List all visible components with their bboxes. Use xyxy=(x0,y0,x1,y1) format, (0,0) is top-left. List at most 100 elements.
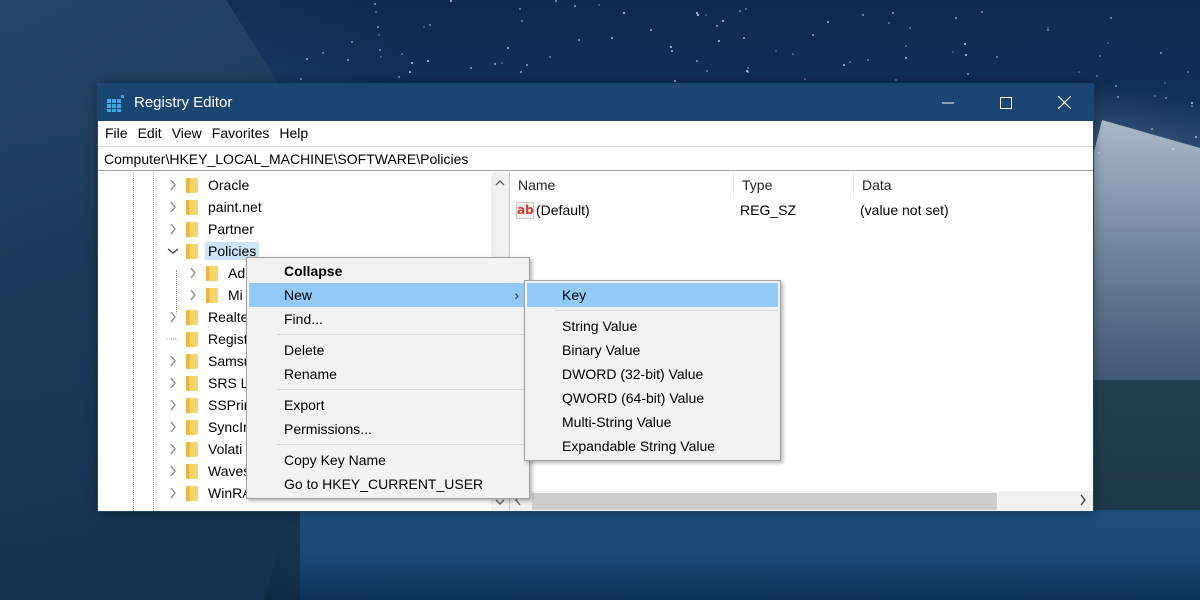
menu-help[interactable]: Help xyxy=(274,121,313,146)
tree-item[interactable]: Regist xyxy=(166,328,251,350)
star xyxy=(695,60,698,63)
menu-favorites[interactable]: Favorites xyxy=(207,121,275,146)
tree-item[interactable]: WinRA xyxy=(166,482,255,504)
chevron-right-icon[interactable] xyxy=(166,416,180,438)
tree-item[interactable]: Samsu xyxy=(166,350,255,372)
scroll-up-button[interactable] xyxy=(491,174,509,192)
chevron-right-icon[interactable] xyxy=(166,394,180,416)
submenu-item-binary-value[interactable]: Binary Value xyxy=(527,338,778,362)
star xyxy=(981,10,984,13)
chevron-right-icon[interactable] xyxy=(166,438,180,460)
folder-icon xyxy=(186,397,198,413)
star xyxy=(1159,51,1162,54)
star xyxy=(792,52,795,55)
scroll-right-button[interactable] xyxy=(1079,493,1087,510)
submenu-item-key[interactable]: Key xyxy=(527,283,778,307)
tree-item-label: Regist xyxy=(208,331,248,347)
tree-item[interactable]: Oracle xyxy=(166,174,252,196)
star xyxy=(493,62,496,65)
tree-item[interactable]: paint.net xyxy=(166,196,265,218)
chevron-right-icon[interactable] xyxy=(186,284,200,306)
scrollbar-thumb[interactable] xyxy=(532,493,997,510)
folder-icon xyxy=(206,287,218,303)
chevron-right-icon[interactable] xyxy=(166,218,180,240)
chevron-right-icon[interactable] xyxy=(166,306,180,328)
chevron-right-icon[interactable] xyxy=(166,372,180,394)
close-icon xyxy=(1057,96,1071,109)
star xyxy=(1095,75,1098,78)
star xyxy=(1047,28,1050,31)
menu-separator xyxy=(277,334,527,335)
close-button[interactable] xyxy=(1035,84,1093,121)
menu-item-collapse[interactable]: Collapse xyxy=(249,259,527,283)
star xyxy=(861,13,864,16)
folder-icon xyxy=(186,419,198,435)
tree-item[interactable]: Volati xyxy=(166,438,245,460)
column-header-type[interactable]: Type xyxy=(734,172,854,198)
star xyxy=(573,4,576,7)
tree-item[interactable]: Mi xyxy=(186,284,246,306)
maximize-button[interactable] xyxy=(977,84,1035,121)
column-header-name[interactable]: Name xyxy=(510,172,734,198)
menu-edit[interactable]: Edit xyxy=(133,121,167,146)
chevron-down-icon[interactable] xyxy=(166,240,180,262)
star xyxy=(904,57,907,60)
menu-item-new[interactable]: New › xyxy=(249,283,527,307)
star xyxy=(351,41,354,44)
menu-item-copy-key-name[interactable]: Copy Key Name xyxy=(249,448,527,472)
star xyxy=(1098,151,1101,154)
star xyxy=(1187,71,1190,74)
menu-item-permissions[interactable]: Permissions... xyxy=(249,417,527,441)
submenu-item-qword-value[interactable]: QWORD (64-bit) Value xyxy=(527,386,778,410)
list-horizontal-scrollbar[interactable] xyxy=(510,491,1093,511)
chevron-right-icon[interactable] xyxy=(166,482,180,504)
submenu-item-multi-string-value[interactable]: Multi-String Value xyxy=(527,410,778,434)
menu-item-export[interactable]: Export xyxy=(249,393,527,417)
tree-item[interactable]: SyncIr xyxy=(166,416,251,438)
folder-icon xyxy=(186,243,198,259)
star xyxy=(952,51,955,54)
submenu-item-expandable-string-value[interactable]: Expandable String Value xyxy=(527,434,778,458)
star xyxy=(520,19,523,22)
star xyxy=(374,10,377,13)
minimize-button[interactable] xyxy=(919,84,977,121)
menu-view[interactable]: View xyxy=(167,121,207,146)
star xyxy=(891,12,894,15)
star xyxy=(1116,95,1119,98)
tree-item[interactable]: Waves xyxy=(166,460,253,482)
menu-item-go-to-hkcu[interactable]: Go to HKEY_CURRENT_USER xyxy=(249,472,527,496)
column-header-data[interactable]: Data xyxy=(854,172,1093,198)
title-bar[interactable]: Registry Editor xyxy=(98,84,1093,121)
tree-item[interactable]: SSPrin xyxy=(166,394,255,416)
chevron-right-icon[interactable] xyxy=(166,350,180,372)
submenu-item-dword-value[interactable]: DWORD (32-bit) Value xyxy=(527,362,778,386)
tree-item[interactable]: Partner xyxy=(166,218,257,240)
star xyxy=(525,64,528,67)
chevron-up-icon xyxy=(495,180,505,186)
menu-item-rename[interactable]: Rename xyxy=(249,362,527,386)
submenu-arrow-icon: › xyxy=(514,287,519,303)
menu-file[interactable]: File xyxy=(100,121,133,146)
folder-icon xyxy=(186,177,198,193)
tree-item[interactable]: Realte xyxy=(166,306,251,328)
tree-item-label: Oracle xyxy=(208,177,250,193)
star xyxy=(995,56,998,59)
star xyxy=(470,67,473,70)
star xyxy=(623,12,626,15)
folder-icon xyxy=(186,221,198,237)
tree-item[interactable]: Ad xyxy=(186,262,248,284)
star xyxy=(650,29,653,32)
tree-item-label: Partner xyxy=(208,221,254,237)
address-bar[interactable]: Computer\HKEY_LOCAL_MACHINE\SOFTWARE\Pol… xyxy=(98,146,1093,171)
menu-item-find[interactable]: Find... xyxy=(249,307,527,331)
star xyxy=(578,38,580,41)
star xyxy=(398,76,401,79)
chevron-right-icon[interactable] xyxy=(166,460,180,482)
chevron-right-icon[interactable] xyxy=(186,262,200,284)
menu-item-delete[interactable]: Delete xyxy=(249,338,527,362)
submenu-item-string-value[interactable]: String Value xyxy=(527,314,778,338)
value-row[interactable]: ab (Default) REG_SZ (value not set) xyxy=(510,198,1093,222)
chevron-right-icon[interactable] xyxy=(166,174,180,196)
chevron-right-icon[interactable] xyxy=(166,196,180,218)
star xyxy=(1163,82,1166,85)
